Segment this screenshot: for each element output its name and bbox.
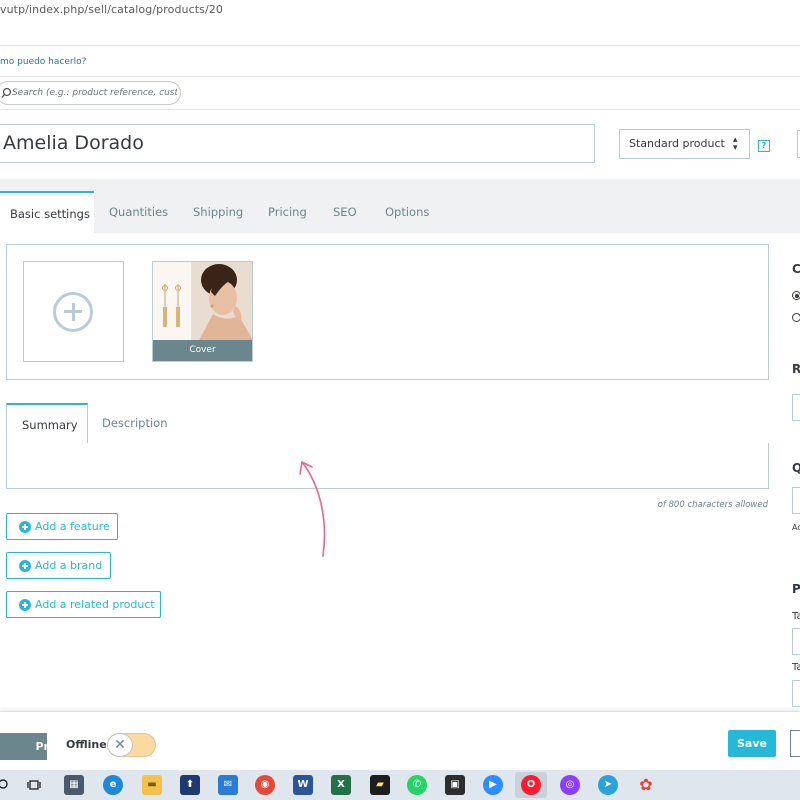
right-input[interactable]	[792, 394, 800, 421]
right-heading-r: R	[792, 362, 800, 376]
upload-app-icon[interactable]: ⬆	[180, 775, 200, 795]
tab-options[interactable]: Options	[385, 205, 429, 219]
preview-button[interactable]: Preview	[0, 733, 85, 760]
excel-icon[interactable]: X	[331, 775, 351, 795]
tab-basic-settings-label: Basic settings	[10, 207, 90, 221]
add-feature-label: Add a feature	[35, 520, 110, 533]
plus-circle-icon	[19, 560, 31, 572]
tab-seo[interactable]: SEO	[333, 205, 357, 219]
select-arrows-icon: ▴ ▾	[733, 135, 738, 153]
right-input[interactable]	[792, 628, 800, 655]
right-input[interactable]	[792, 680, 800, 707]
browser-url[interactable]: vutp/index.php/sell/catalog/products/20	[0, 3, 223, 16]
store-icon[interactable]: ▣	[445, 775, 465, 795]
summary-editor[interactable]	[6, 443, 769, 489]
save-button[interactable]: Save	[728, 730, 776, 757]
divider	[0, 109, 800, 110]
divider	[0, 76, 800, 77]
add-related-product-button[interactable]: Add a related product	[6, 591, 161, 618]
add-related-product-label: Add a related product	[35, 598, 155, 611]
product-name-input[interactable]: Amelia Dorado	[0, 124, 595, 163]
right-heading-c: C	[792, 262, 800, 276]
offline-label: Offline	[66, 738, 107, 751]
add-brand-button[interactable]: Add a brand	[6, 552, 111, 579]
file-explorer-icon[interactable]: ▬	[142, 775, 162, 795]
opera-gx-icon[interactable]: ◎	[560, 775, 580, 795]
search-placeholder: Search (e.g.: product reference, custome	[12, 88, 177, 98]
chrome-icon[interactable]: ◉	[255, 775, 275, 795]
plus-icon	[71, 303, 75, 321]
sticky-notes-icon[interactable]: ▰	[370, 775, 390, 795]
tab-shipping[interactable]: Shipping	[193, 205, 243, 219]
cover-label: Cover	[153, 340, 252, 361]
character-counter: of 800 characters allowed	[657, 500, 768, 510]
more-actions-button[interactable]	[790, 730, 800, 757]
help-icon[interactable]: ?	[758, 140, 770, 152]
add-feature-button[interactable]: Add a feature	[6, 513, 118, 540]
photos-icon[interactable]: ✿	[636, 775, 656, 795]
zoom-icon[interactable]: ▶	[483, 775, 503, 795]
add-brand-label: Add a brand	[35, 559, 103, 572]
tab-summary-label: Summary	[22, 418, 78, 432]
product-type-value: Standard product	[629, 137, 725, 150]
close-icon[interactable]: ✕	[107, 733, 133, 757]
calculator-icon[interactable]: ▦	[64, 775, 84, 795]
plus-circle-icon	[19, 599, 31, 611]
right-heading-q: Q	[792, 461, 800, 475]
search-icon[interactable]	[0, 778, 10, 792]
plus-circle-icon	[19, 521, 31, 533]
tab-description[interactable]: Description	[102, 416, 168, 430]
mail-icon[interactable]: ✉	[218, 775, 238, 795]
annotation-arrow	[299, 461, 326, 557]
right-label-ta: Ta	[792, 611, 800, 622]
whatsapp-icon[interactable]: ✆	[407, 775, 427, 795]
word-icon[interactable]: W	[293, 775, 313, 795]
task-view-icon[interactable]	[27, 778, 41, 792]
right-input[interactable]	[792, 487, 800, 514]
right-heading-p: P	[792, 582, 800, 596]
help-link[interactable]: mo puedo hacerlo?	[0, 57, 86, 67]
right-label-ta: Ta	[792, 662, 800, 673]
telegram-icon[interactable]: ➤	[598, 775, 618, 795]
radio-dot	[794, 293, 799, 298]
edge-icon[interactable]: e	[103, 775, 123, 795]
right-label-ac: Ac	[792, 523, 800, 532]
tab-pricing[interactable]: Pricing	[268, 205, 307, 219]
opera-icon[interactable]: O	[521, 775, 541, 795]
tab-quantities[interactable]: Quantities	[109, 205, 168, 219]
radio-unselected[interactable]	[792, 313, 800, 322]
